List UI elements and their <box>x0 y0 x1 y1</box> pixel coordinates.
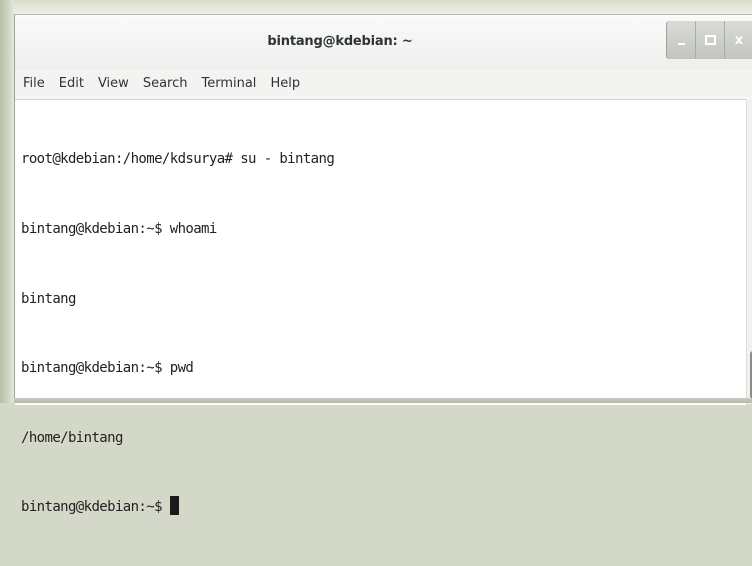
menu-file[interactable]: File <box>23 74 45 93</box>
window-titlebar[interactable]: bintang@kdebian: ~ x <box>15 15 752 69</box>
minimize-icon <box>677 43 685 45</box>
terminal-lines: root@kdebian:/home/kdsurya# su - bintang… <box>21 102 335 566</box>
vertical-scrollbar[interactable] <box>746 99 752 404</box>
desktop-background-left <box>0 0 14 403</box>
maximize-button[interactable] <box>695 21 724 59</box>
close-icon: x <box>734 32 744 48</box>
terminal-prompt: bintang@kdebian:~$ <box>21 499 170 516</box>
menu-help[interactable]: Help <box>270 74 300 93</box>
menu-search[interactable]: Search <box>143 74 188 93</box>
terminal-line: bintang@kdebian:~$ whoami <box>21 221 217 237</box>
maximize-icon <box>704 35 716 45</box>
terminal-prompt-line[interactable]: bintang@kdebian:~$ <box>21 496 334 519</box>
terminal-line: /home/bintang <box>21 429 123 446</box>
menu-terminal[interactable]: Terminal <box>201 74 256 93</box>
text-cursor <box>169 496 179 516</box>
terminal-line: root@kdebian:/home/kdsurya# su - bintang <box>21 151 335 168</box>
window-controls: x <box>666 21 752 59</box>
window-title: bintang@kdebian: ~ <box>267 34 413 49</box>
terminal-line: bintang@kdebian:~$ pwd <box>21 360 194 377</box>
terminal-output[interactable]: root@kdebian:/home/kdsurya# su - bintang… <box>15 99 746 516</box>
desktop-background-top <box>0 0 752 14</box>
menubar: File Edit View Search Terminal Help <box>15 69 752 97</box>
menu-edit[interactable]: Edit <box>59 74 84 93</box>
window-bottom-border <box>14 398 752 403</box>
terminal-window: bintang@kdebian: ~ x File Edit View Sear… <box>14 14 752 516</box>
minimize-button[interactable] <box>666 21 695 59</box>
terminal-line: bintang <box>21 290 76 307</box>
close-button[interactable]: x <box>724 21 752 59</box>
menu-view[interactable]: View <box>98 74 129 93</box>
